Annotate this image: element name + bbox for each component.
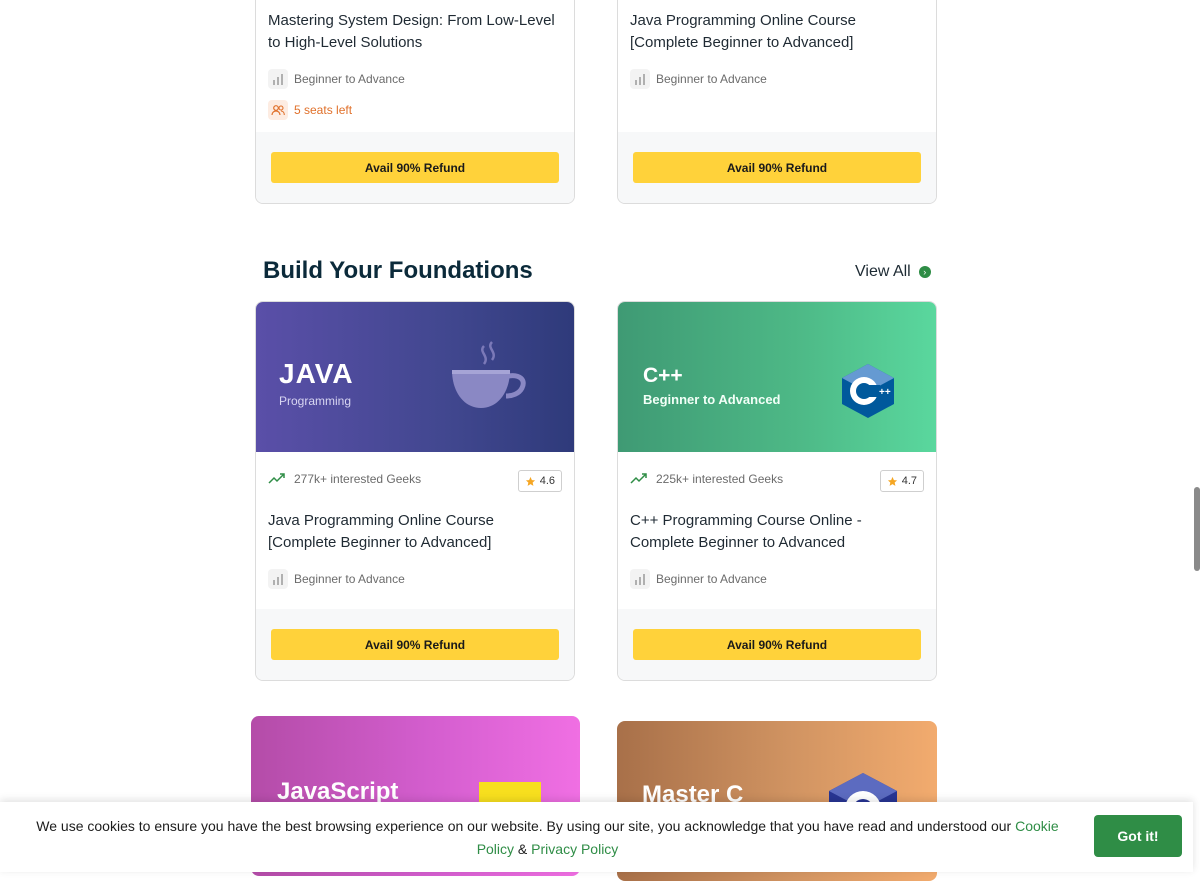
rating-value: 4.7 [901,475,917,487]
star-icon [525,476,535,486]
course-card-cpp[interactable]: C++ Beginner to Advanced ++ 225k+ intere… [617,301,937,681]
rating-badge: 4.7 [879,470,924,492]
banner-title: JAVA [279,358,354,389]
course-level: Beginner to Advance [268,569,405,589]
card-footer: Avail 90% Refund [618,609,936,680]
coffee-cup-icon [452,341,526,408]
cpp-logo-icon: ++ [842,364,894,418]
cookie-amp: & [514,841,532,857]
course-level: Beginner to Advance [630,69,767,89]
course-card-java[interactable]: JAVA Programming 277k+ interested Geeks … [255,301,575,681]
course-level-label: Beginner to Advance [656,572,767,586]
course-card-system-design[interactable]: Mastering System Design: From Low-Level … [255,0,575,204]
section-title: Build Your Foundations [263,257,533,284]
interested-label: 277k+ interested Geeks [294,472,422,486]
scrollbar-thumb[interactable] [1194,487,1200,571]
privacy-policy-link[interactable]: Privacy Policy [531,841,618,857]
course-level-label: Beginner to Advance [294,72,405,86]
card-footer: Avail 90% Refund [618,132,936,203]
trending-up-icon [268,473,285,484]
course-level: Beginner to Advance [268,69,405,89]
trending-up-icon [630,473,647,484]
svg-text:++: ++ [879,387,891,398]
course-level-label: Beginner to Advance [656,72,767,86]
level-bars-icon [268,569,288,589]
level-bars-icon [630,69,650,89]
interested-count: 277k+ interested Geeks [268,472,421,486]
course-level: Beginner to Advance [630,569,767,589]
banner-title: C++ [643,364,683,387]
users-icon [268,100,288,120]
star-icon [887,476,897,486]
course-title: Java Programming Online Course [Complete… [630,12,856,51]
avail-refund-button[interactable]: Avail 90% Refund [633,629,921,660]
level-bars-icon [630,569,650,589]
course-banner: C++ Beginner to Advanced ++ [618,302,936,452]
course-banner: JAVA Programming [256,302,574,452]
course-level-label: Beginner to Advance [294,572,405,586]
rating-value: 4.6 [539,475,555,487]
rating-badge: 4.6 [517,470,562,492]
avail-refund-button[interactable]: Avail 90% Refund [633,152,921,183]
seats-left-label: 5 seats left [294,103,353,117]
card-footer: Avail 90% Refund [256,609,574,680]
interested-label: 225k+ interested Geeks [656,472,784,486]
course-title: Mastering System Design: From Low-Level … [268,12,555,51]
cookie-message: We use cookies to ensure you have the be… [36,818,1016,834]
cookie-text: We use cookies to ensure you have the be… [20,815,1075,861]
avail-refund-button[interactable]: Avail 90% Refund [271,152,559,183]
card-footer: Avail 90% Refund [256,132,574,203]
view-all-label: View All [855,263,911,280]
banner-subtitle: Programming [279,394,352,408]
chevron-right-icon: › [918,266,931,278]
avail-refund-button[interactable]: Avail 90% Refund [271,629,559,660]
course-title: C++ Programming Course Online - Complete… [630,512,862,551]
interested-count: 225k+ interested Geeks [630,472,783,486]
level-bars-icon [268,69,288,89]
view-all-link[interactable]: View All › [855,263,931,281]
seats-left: 5 seats left [268,100,352,120]
course-title: Java Programming Online Course [Complete… [268,512,494,551]
cookie-banner: We use cookies to ensure you have the be… [0,802,1193,872]
banner-subtitle: Beginner to Advanced [643,392,781,407]
course-card-java-top[interactable]: Java Programming Online Course [Complete… [617,0,937,204]
got-it-button[interactable]: Got it! [1094,815,1182,857]
